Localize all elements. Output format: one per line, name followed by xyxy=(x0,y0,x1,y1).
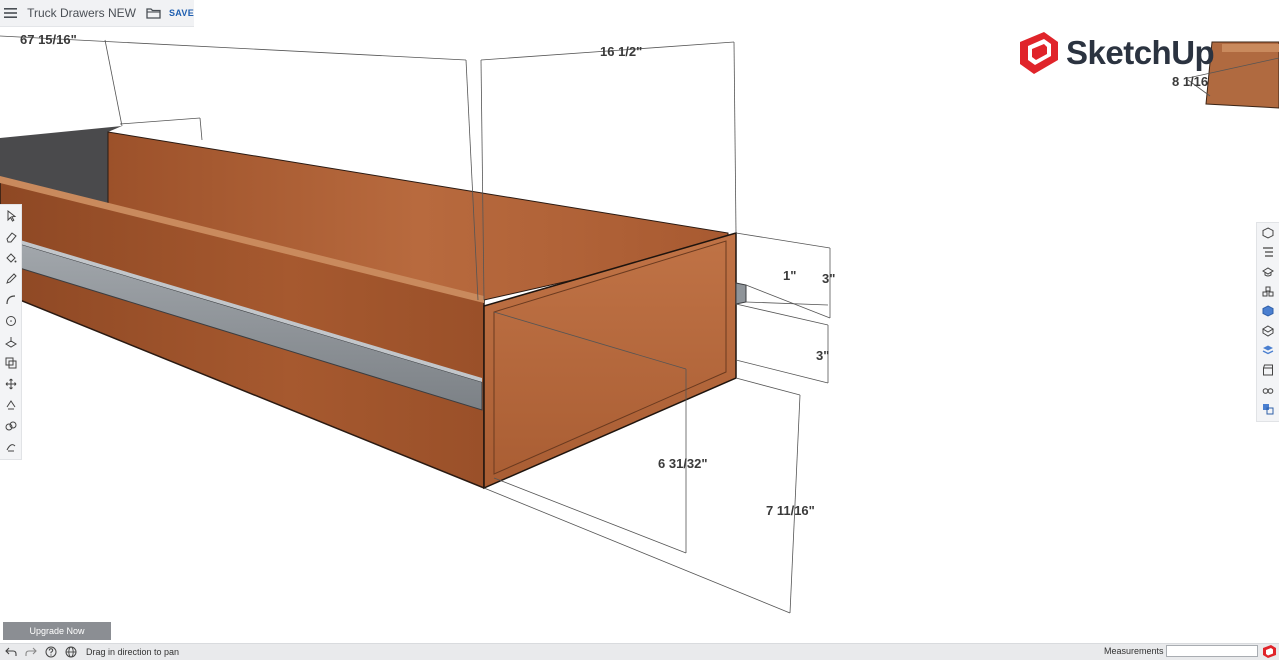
select-icon[interactable] xyxy=(0,205,22,226)
open-folder-icon[interactable] xyxy=(146,4,161,22)
scenes-icon[interactable] xyxy=(1257,360,1279,380)
tags-icon[interactable] xyxy=(1257,341,1279,361)
dim-inner-height-label: 6 31/32" xyxy=(658,456,708,471)
hamburger-menu-icon[interactable] xyxy=(2,0,19,26)
solid-inspector-icon[interactable] xyxy=(1257,399,1279,419)
upgrade-now-button[interactable]: Upgrade Now xyxy=(3,622,111,640)
paint-bucket-icon[interactable] xyxy=(0,247,22,268)
redo-icon[interactable] xyxy=(22,644,40,661)
circle-icon[interactable] xyxy=(0,310,22,331)
styles-icon[interactable] xyxy=(1257,321,1279,341)
status-bar: Drag in direction to pan xyxy=(0,643,1279,660)
measurements-input[interactable] xyxy=(1166,645,1258,657)
model-viewport[interactable]: 67 15/16" 16 1/2" 1" 3" 3" 6 31/32" 7 11… xyxy=(0,0,1279,643)
help-icon[interactable] xyxy=(42,644,60,661)
measurements-label: Measurements xyxy=(1104,646,1164,656)
sketchup-mini-logo-icon[interactable] xyxy=(1262,644,1277,659)
dim-rail-width-label: 1" xyxy=(783,268,796,283)
dim-depth-label: 16 1/2" xyxy=(600,44,642,59)
components-icon[interactable] xyxy=(1257,282,1279,302)
status-message: Drag in direction to pan xyxy=(86,647,180,657)
arc-icon[interactable] xyxy=(0,289,22,310)
tape-measure-icon[interactable] xyxy=(0,415,22,436)
undo-icon[interactable] xyxy=(2,644,20,661)
dim-rail-height-label: 3" xyxy=(822,271,835,286)
push-pull-icon[interactable] xyxy=(0,331,22,352)
pencil-icon[interactable] xyxy=(0,268,22,289)
eraser-icon[interactable] xyxy=(0,226,22,247)
sketchup-logo: SketchUp xyxy=(1018,30,1215,76)
dim-outer-height-label: 7 11/16" xyxy=(766,503,815,518)
dim-rail-gap-label: 3" xyxy=(816,348,829,363)
dim-partial-label: 8 1/16 xyxy=(1172,74,1208,89)
orbit-icon[interactable] xyxy=(0,436,22,457)
rotate-icon[interactable] xyxy=(0,394,22,415)
model-title[interactable]: Truck Drawers NEW xyxy=(27,6,136,20)
sketchup-logo-text: SketchUp xyxy=(1066,34,1215,71)
move-icon[interactable] xyxy=(0,373,22,394)
display-icon[interactable] xyxy=(1257,380,1279,400)
offset-icon[interactable] xyxy=(0,352,22,373)
top-bar: Truck Drawers NEW SAVE xyxy=(0,0,194,27)
dim-length-label: 67 15/16" xyxy=(20,32,77,47)
materials-icon[interactable] xyxy=(1257,301,1279,321)
entity-info-icon[interactable] xyxy=(1257,223,1279,243)
globe-icon[interactable] xyxy=(62,644,80,661)
sketchup-logo-icon xyxy=(1020,32,1058,74)
left-toolbar xyxy=(0,204,22,460)
save-button[interactable]: SAVE xyxy=(169,8,194,18)
outliner-icon[interactable] xyxy=(1257,243,1279,263)
instructor-icon[interactable] xyxy=(1257,262,1279,282)
right-panel-toolbar xyxy=(1256,222,1279,422)
metal-rail-stub xyxy=(735,282,747,305)
